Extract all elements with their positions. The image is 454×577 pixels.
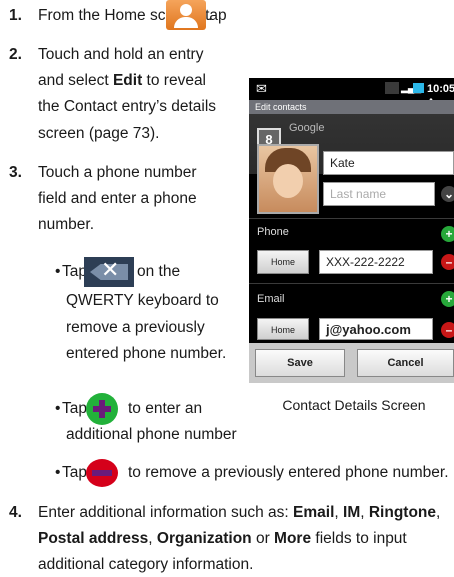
bullet-2-post: to enter an bbox=[128, 400, 203, 417]
step-1-period: . bbox=[208, 7, 213, 24]
step-4-number: 4. bbox=[9, 504, 22, 521]
bullet-1-dot: • bbox=[55, 263, 61, 280]
bullet-1-line-4: entered phone number. bbox=[66, 345, 227, 362]
edit-label: Edit bbox=[112, 72, 143, 89]
step-3-line-1: Touch a phone number bbox=[38, 164, 197, 181]
step-2-line-1: Touch and hold an entry bbox=[38, 46, 204, 63]
email-type-button[interactable]: Home bbox=[257, 318, 309, 340]
step-2-line-3: the Contact entry’s details bbox=[38, 98, 217, 115]
step-4-line-3: additional category information. bbox=[38, 556, 254, 573]
last-name-field[interactable]: Last name bbox=[323, 182, 435, 206]
notification-icon bbox=[385, 82, 399, 94]
contact-photo[interactable] bbox=[257, 144, 319, 214]
bullet-3-dot: • bbox=[55, 464, 61, 481]
bullet-2-dot: • bbox=[55, 400, 61, 417]
step-2-line-4: screen (page 73). bbox=[38, 125, 160, 142]
status-bar: ✉ ▂▄▆ 10:05 A bbox=[249, 78, 454, 109]
step-3-number: 3. bbox=[9, 164, 22, 181]
step-2-line-2: and select Edit to reveal bbox=[38, 72, 207, 89]
step-1-number: 1. bbox=[9, 7, 22, 24]
battery-icon bbox=[413, 83, 424, 93]
contact-details-screenshot: ✉ ▂▄▆ 10:05 A Edit contacts 8 Google Kat… bbox=[249, 78, 454, 383]
bullet-2-line-2: additional phone number bbox=[66, 426, 237, 443]
phone-section-label: Phone bbox=[257, 226, 289, 238]
phone-type-button[interactable]: Home bbox=[257, 250, 309, 274]
screen-title: Edit contacts bbox=[249, 100, 454, 114]
divider bbox=[249, 218, 454, 219]
add-green-plus-icon bbox=[86, 393, 118, 425]
bullet-2-pre: Tap bbox=[62, 400, 87, 417]
step-4-line-1: Enter additional information such as: Em… bbox=[38, 504, 441, 521]
remove-red-minus-icon bbox=[86, 459, 118, 487]
bullet-3-pre: Tap bbox=[62, 464, 87, 481]
step-3-line-3: number. bbox=[38, 216, 95, 233]
account-label: Google bbox=[289, 122, 325, 134]
remove-phone-icon[interactable]: – bbox=[441, 254, 454, 270]
expand-name-icon[interactable]: ⌄ bbox=[441, 186, 454, 202]
step-4-line-2: Postal address, Organization or More fie… bbox=[38, 530, 407, 547]
add-email-icon[interactable]: + bbox=[441, 291, 454, 307]
divider bbox=[249, 283, 454, 284]
email-field[interactable]: j@yahoo.com bbox=[319, 318, 433, 340]
bullet-1-line-3: remove a previously bbox=[66, 319, 205, 336]
remove-email-icon[interactable]: – bbox=[441, 322, 454, 338]
bullet-1-line-2: QWERTY keyboard to bbox=[66, 292, 219, 309]
save-button[interactable]: Save bbox=[255, 349, 345, 377]
screenshot-caption: Contact Details Screen bbox=[282, 397, 426, 413]
first-name-field[interactable]: Kate bbox=[323, 151, 454, 175]
bullet-1-post: on the bbox=[137, 263, 181, 280]
envelope-icon: ✉ bbox=[256, 81, 267, 96]
email-section-label: Email bbox=[257, 293, 285, 305]
cancel-button[interactable]: Cancel bbox=[357, 349, 454, 377]
add-phone-icon[interactable]: + bbox=[441, 226, 454, 242]
backspace-key-icon: ✕ bbox=[84, 257, 134, 287]
bullet-3-post: to remove a previously entered phone num… bbox=[128, 464, 449, 481]
step-3-line-2: field and enter a phone bbox=[38, 190, 197, 207]
phone-number-field[interactable]: XXX-222-2222 bbox=[319, 250, 433, 274]
action-bar: Save Cancel bbox=[249, 343, 454, 383]
contacts-app-icon bbox=[166, 0, 206, 30]
step-2-number: 2. bbox=[9, 46, 22, 63]
